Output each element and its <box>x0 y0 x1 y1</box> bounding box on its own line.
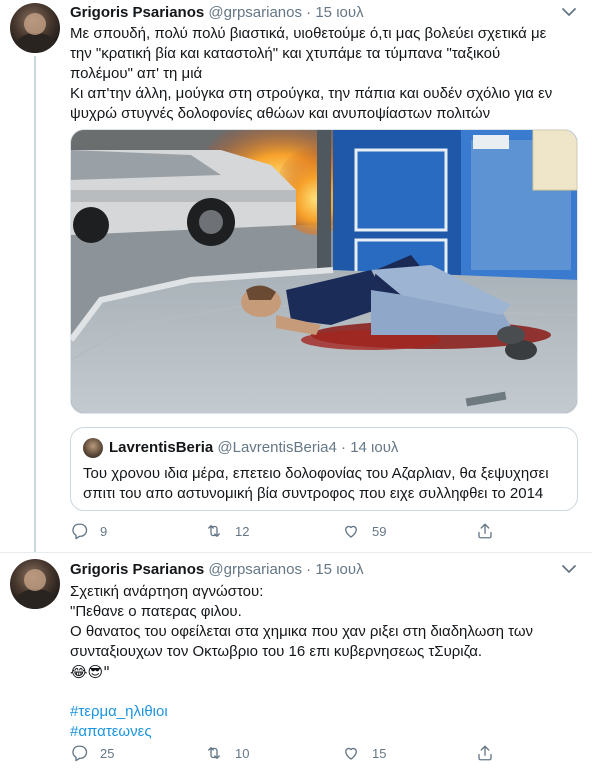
reply-count: 9 <box>100 523 108 539</box>
reply-button[interactable]: 25 <box>70 743 114 763</box>
avatar[interactable] <box>10 3 60 53</box>
like-count: 15 <box>372 745 387 761</box>
tweet-text-line: Σχετική ανάρτηση αγνώστου: <box>70 583 264 600</box>
retweet-count: 12 <box>235 523 250 539</box>
retweet-count: 10 <box>235 745 250 761</box>
tweet[interactable]: Grigoris Psarianos @grpsarianos · 15 ιου… <box>0 0 592 552</box>
separator-dot: · <box>341 439 347 456</box>
reply-icon <box>72 523 88 540</box>
thread-line <box>34 56 36 552</box>
tweet[interactable]: Grigoris Psarianos @grpsarianos · 15 ιου… <box>0 553 592 778</box>
retweet-icon <box>208 747 220 759</box>
retweet-icon <box>208 525 220 537</box>
reply-button[interactable]: 9 <box>70 521 107 541</box>
quoted-tweet[interactable]: LavrentisBeria @LavrentisBeria4 · 14 ιου… <box>70 427 578 511</box>
separator-dot: · <box>306 561 312 578</box>
quoted-author-handle: @LavrentisBeria4 <box>217 439 337 456</box>
chevron-down-icon[interactable] <box>562 6 576 20</box>
tweet-actions: 25 10 15 <box>70 743 510 763</box>
share-button[interactable] <box>476 521 506 541</box>
tweet-text-line: ψυχρώ στυγνές δολοφονίες αθώων και ανυπο… <box>70 105 491 122</box>
quoted-text: Του χρονου ιδια μέρα, επετειο δολοφονίας… <box>83 464 571 504</box>
heart-icon <box>345 525 357 538</box>
author-name[interactable]: Grigoris Psarianos <box>70 4 204 21</box>
retweet-button[interactable]: 12 <box>205 521 249 541</box>
author-name[interactable]: Grigoris Psarianos <box>70 561 204 578</box>
tweet-text-line: Με σπουδή, πολύ πολύ βιαστικά, υιοθετούμ… <box>70 25 547 42</box>
separator-dot: · <box>306 4 312 21</box>
author-handle[interactable]: @grpsarianos <box>208 4 302 21</box>
tweet-date[interactable]: 15 ιουλ <box>315 4 363 21</box>
emoji-line: 😂😎" <box>70 663 111 681</box>
tweet-text-line: πολέμου" απ' τη μιά <box>70 65 203 82</box>
like-button[interactable]: 15 <box>342 743 386 763</box>
reply-count: 25 <box>100 745 115 761</box>
share-icon <box>478 745 492 761</box>
heart-icon <box>345 747 357 760</box>
author-handle[interactable]: @grpsarianos <box>208 561 302 578</box>
retweet-button[interactable]: 10 <box>205 743 249 763</box>
tweet-header: Grigoris Psarianos @grpsarianos · 15 ιου… <box>70 561 364 581</box>
quoted-author-name: LavrentisBeria <box>109 439 214 456</box>
avatar[interactable] <box>10 559 60 609</box>
tweet-date[interactable]: 15 ιουλ <box>315 561 363 578</box>
quoted-date: 14 ιουλ <box>350 439 399 456</box>
tweet-text-line: την "κρατική βία και καταστολή" και χτυπ… <box>70 45 501 62</box>
tweet-header: Grigoris Psarianos @grpsarianos · 15 ιου… <box>70 4 364 24</box>
tweet-text-line: συνταξιουχων τον Οκτωβριο του 16 επι κυβ… <box>70 643 483 660</box>
share-button[interactable] <box>476 743 506 763</box>
tweet-photo[interactable] <box>70 129 578 414</box>
tweet-text-line: Κι απ'την άλλη, μούγκα στη στρούγκα, την… <box>70 85 553 102</box>
quoted-text-line: Του χρονου ιδια μέρα, επετειο δολοφονίας… <box>83 465 549 482</box>
tweet-text: Με σπουδή, πολύ πολύ βιαστικά, υιοθετούμ… <box>70 24 580 124</box>
share-icon <box>478 523 492 539</box>
quoted-header: LavrentisBeria @LavrentisBeria4 · 14 ιου… <box>109 439 398 456</box>
tweet-text: Σχετική ανάρτηση αγνώστου: "Πεθανε ο πατ… <box>70 582 580 742</box>
tweet-text-line: "Πεθανε ο πατερας φιλου. <box>70 603 242 620</box>
hashtag-link[interactable]: #απατεωνες <box>70 722 580 742</box>
tweet-text-line: Ο θανατος του οφείλεται στα χημικα που χ… <box>70 623 534 640</box>
reply-icon <box>72 745 88 762</box>
like-count: 59 <box>372 523 387 539</box>
street-scene-image <box>71 130 577 413</box>
chevron-down-icon[interactable] <box>562 563 576 577</box>
like-button[interactable]: 59 <box>342 521 386 541</box>
quoted-text-line: σπιτι του απο αστυνομική βία συντροφος π… <box>83 485 544 502</box>
quoted-avatar <box>83 438 103 458</box>
hashtag-link[interactable]: #τερμα_ηλιθιοι <box>70 702 580 722</box>
tweet-actions: 9 12 59 <box>70 521 510 541</box>
